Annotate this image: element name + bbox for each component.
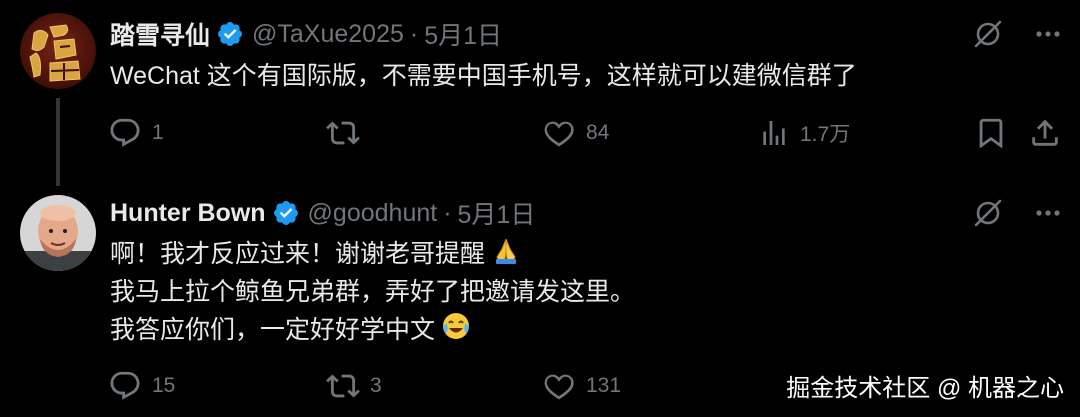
like-button[interactable]: 131 — [542, 366, 621, 406]
retweet-button[interactable]: 3 — [326, 366, 382, 406]
tweet-text-line: 我马上拉个鲸鱼兄弟群，弄好了把邀请发这里。 — [110, 278, 636, 306]
avatar[interactable] — [20, 195, 96, 271]
watermark: 掘金技术社区 @ 机器之心 — [786, 375, 1064, 402]
retweet-count: 3 — [370, 374, 382, 397]
retweet-icon — [326, 116, 360, 150]
reply-count: 15 — [152, 374, 176, 397]
like-icon — [542, 369, 576, 403]
tweet-text: 啊！我才反应过来！谢谢老哥提醒 我马上拉个鲸鱼兄弟群，弄好了把邀请发这里。 我答… — [110, 235, 635, 349]
reply-icon — [108, 116, 142, 150]
reply-button[interactable]: 15 — [108, 366, 175, 406]
display-name[interactable]: Hunter Bown — [110, 199, 266, 228]
tweet-header: 踏雪寻仙 @TaXue2025 · 5月1日 — [110, 14, 502, 54]
verified-icon — [272, 199, 300, 227]
folded-hands-emoji — [491, 235, 521, 276]
tweet-1[interactable]: 踏雪寻仙 @TaXue2025 · 5月1日 WeChat 这个有国际版，不需要… — [0, 0, 1080, 186]
timestamp[interactable]: 5月1日 — [424, 16, 502, 52]
verified-icon — [216, 20, 244, 48]
like-button[interactable]: 84 — [542, 113, 609, 153]
reply-icon — [108, 369, 142, 403]
grok-icon[interactable] — [972, 18, 1004, 50]
avatar-image — [20, 195, 96, 271]
handle[interactable]: @goodhunt — [308, 199, 438, 228]
retweet-icon — [326, 369, 360, 403]
separator: · — [409, 19, 419, 48]
view-count: 1.7万 — [800, 123, 851, 146]
tweet-text-line: 啊！我才反应过来！谢谢老哥提醒 — [110, 235, 635, 273]
display-name[interactable]: 踏雪寻仙 — [110, 16, 210, 52]
thread-line — [56, 98, 60, 186]
like-count: 131 — [586, 374, 622, 397]
timestamp[interactable]: 5月1日 — [458, 195, 536, 231]
tears-of-joy-emoji — [441, 311, 471, 352]
tweet-text-line: 我答应你们，一定好好学中文 — [110, 311, 635, 349]
tweet-text-segment: 啊！我才反应过来！谢谢老哥提醒 — [110, 240, 486, 269]
tweet-top-actions — [972, 18, 1062, 50]
bookmark-button[interactable] — [974, 113, 1008, 153]
reply-count: 1 — [152, 121, 164, 144]
like-icon — [542, 116, 576, 150]
tweet-top-actions — [972, 197, 1062, 229]
views-button[interactable]: 1.7万 — [758, 113, 850, 153]
tweet-text: WeChat 这个有国际版，不需要中国手机号，这样就可以建微信群了 — [110, 57, 857, 95]
bookmark-icon — [974, 116, 1008, 150]
views-icon — [758, 117, 790, 149]
grok-icon[interactable] — [972, 197, 1004, 229]
tweet-text-line: WeChat 这个有国际版，不需要中国手机号，这样就可以建微信群了 — [110, 62, 857, 90]
more-icon[interactable] — [1034, 199, 1062, 227]
avatar[interactable] — [20, 13, 96, 89]
separator: · — [443, 198, 452, 227]
handle[interactable]: @TaXue2025 — [252, 20, 404, 49]
more-icon[interactable] — [1034, 20, 1062, 48]
action-bar: 1 84 1.7万 — [108, 113, 1068, 153]
tweet-header: Hunter Bown @goodhunt · 5月1日 — [110, 193, 535, 233]
share-button[interactable] — [1028, 113, 1062, 153]
reply-button[interactable]: 1 — [108, 113, 164, 153]
retweet-button[interactable] — [326, 113, 370, 153]
tweet-text-segment: 我答应你们，一定好好学中文 — [110, 316, 436, 345]
share-icon — [1028, 116, 1062, 150]
avatar-image — [20, 13, 96, 89]
like-count: 84 — [586, 121, 610, 144]
